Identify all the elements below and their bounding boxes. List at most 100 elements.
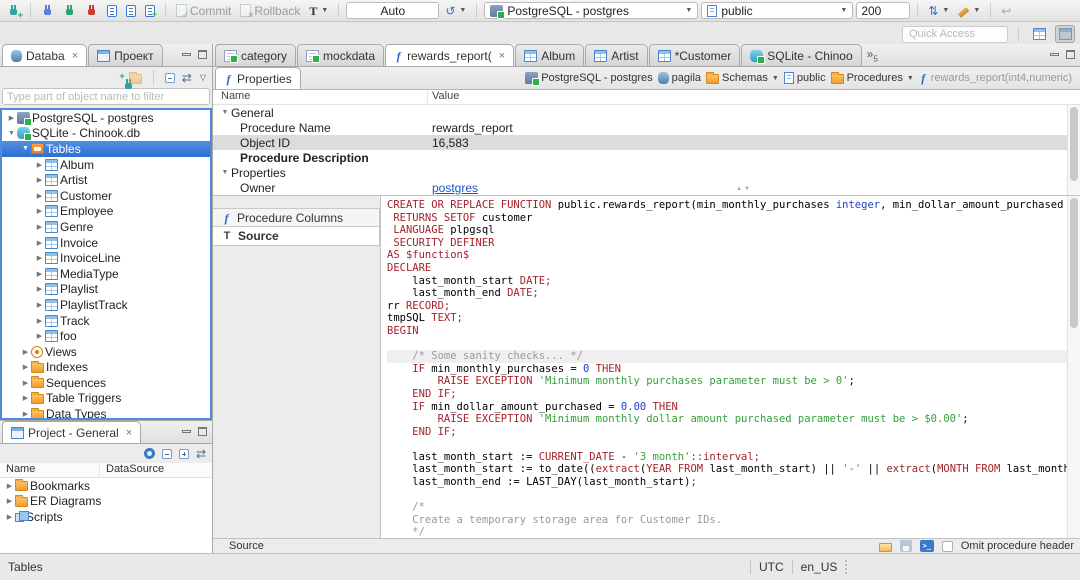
tree-item-track[interactable]: ▶ Track (2, 313, 210, 329)
link-editor-icon[interactable]: ⇄ (196, 448, 206, 460)
editor-tab-sqlite-chinoo[interactable]: SQLite - Chinoo (741, 44, 862, 66)
tree-item-employee[interactable]: ▶ Employee (2, 204, 210, 220)
close-icon[interactable]: × (126, 427, 132, 438)
expand-arrow-icon[interactable]: ▶ (20, 394, 31, 402)
subtab-source[interactable]: T Source (213, 227, 380, 246)
locale-indicator[interactable]: en_US (801, 560, 838, 574)
view-menu-icon[interactable]: ▽ (200, 73, 206, 82)
project-tree[interactable]: ▶ Bookmarks ▶ ER Diagrams ▶ Scripts (0, 478, 212, 525)
chevron-down-icon[interactable]: ▼ (772, 75, 779, 82)
editor-tab-customer[interactable]: *Customer (648, 44, 741, 66)
property-row-procedure-name[interactable]: Procedure Name rewards_report (213, 120, 1080, 135)
source-code-editor[interactable]: CREATE OR REPLACE FUNCTION public.reward… (381, 196, 1067, 538)
active-schema-select[interactable]: public ▼ (701, 2, 854, 19)
owner-link[interactable]: postgres (432, 181, 478, 195)
new-sql-editor-button[interactable]: + (142, 1, 158, 21)
connect-button[interactable] (38, 1, 57, 21)
tab-properties[interactable]: f Properties (215, 67, 301, 89)
tree-item-indexes[interactable]: ▶ Indexes (2, 360, 210, 376)
tree-item-genre[interactable]: ▶ Genre (2, 219, 210, 235)
transaction-mode-select[interactable]: Auto (346, 2, 440, 19)
properties-scrollbar[interactable] (1067, 105, 1080, 195)
new-connection-button[interactable]: + (4, 1, 23, 21)
sql-editor-button[interactable] (104, 1, 120, 21)
transaction-history-button[interactable]: ↺ ▼ (442, 1, 469, 21)
minimize-icon[interactable] (182, 429, 191, 433)
expand-arrow-icon[interactable]: ▶ (34, 301, 45, 309)
tree-item-sequences[interactable]: ▶ Sequences (2, 375, 210, 391)
expand-arrow-icon[interactable]: ▶ (34, 270, 45, 278)
column-header-datasource[interactable]: DataSource (100, 463, 212, 477)
project-item-bookmarks[interactable]: ▶ Bookmarks (0, 478, 212, 494)
collapse-all-icon[interactable] (161, 448, 172, 459)
console-icon[interactable]: >_ (919, 540, 934, 552)
reconnect-button[interactable] (60, 1, 79, 21)
timezone-indicator[interactable]: UTC (759, 560, 784, 574)
minimize-icon[interactable] (182, 52, 191, 56)
tree-item-playlist[interactable]: ▶ Playlist (2, 282, 210, 298)
collapse-arrow-icon[interactable]: ▼ (6, 130, 17, 137)
column-header-name[interactable]: Name (213, 90, 428, 104)
collapse-arrow-icon[interactable]: ▼ (20, 145, 31, 152)
open-file-icon[interactable] (878, 542, 892, 552)
link-editor-icon[interactable]: ⇄ (182, 72, 192, 84)
project-item-scripts[interactable]: ▶ Scripts (0, 509, 212, 525)
breadcrumb-public[interactable]: public (783, 72, 826, 84)
tree-item-customer[interactable]: ▶ Customer (2, 188, 210, 204)
tab-projects[interactable]: Проект (88, 44, 163, 66)
chevron-down-icon[interactable]: ▼ (907, 75, 914, 82)
property-row-procedure-description[interactable]: Procedure Description (213, 150, 1080, 165)
expand-arrow-icon[interactable]: ▶ (34, 285, 45, 293)
breadcrumb-schemas[interactable]: Schemas ▼ (706, 71, 779, 84)
tree-item-foo[interactable]: ▶ foo (2, 328, 210, 344)
breadcrumb-rewards-report-int4-numeric[interactable]: f rewards_report(int4,numeric) (919, 72, 1072, 84)
maximize-icon[interactable] (198, 50, 207, 59)
expand-arrow-icon[interactable]: ▶ (34, 207, 45, 215)
expand-arrow-icon[interactable]: ▶ (20, 379, 31, 387)
expand-arrow-icon[interactable]: ▶ (34, 161, 45, 169)
collapse-all-icon[interactable] (164, 72, 175, 83)
rollback-button[interactable]: Rollback (237, 1, 303, 21)
save-icon[interactable] (899, 540, 912, 552)
editor-tab-album[interactable]: Album (515, 44, 585, 66)
tree-item-playlisttrack[interactable]: ▶ PlaylistTrack (2, 297, 210, 313)
disconnect-button[interactable] (82, 1, 101, 21)
expand-arrow-icon[interactable]: ▶ (34, 192, 45, 200)
expand-arrow-icon[interactable]: ▶ (20, 363, 31, 371)
close-icon[interactable]: × (72, 50, 78, 61)
editor-tab-category[interactable]: category (215, 44, 297, 66)
nav-new-folder-button[interactable] (128, 71, 142, 85)
active-connection-select[interactable]: PostgreSQL - postgres ▼ (484, 2, 699, 19)
undo-button[interactable]: ↩ (998, 1, 1014, 21)
property-row-general[interactable]: ▼ General (213, 105, 1080, 120)
collapse-arrow-icon[interactable]: ▼ (219, 169, 231, 176)
breadcrumb-postgresql-postgres[interactable]: PostgreSQL - postgres (525, 72, 653, 86)
open-perspective-button[interactable] (1029, 25, 1049, 43)
property-row-object-id[interactable]: Object ID 16,583 (213, 135, 1080, 151)
expand-arrow-icon[interactable]: ▶ (20, 410, 31, 418)
property-row-owner[interactable]: Owner postgres (213, 180, 1080, 195)
scrollbar-thumb[interactable] (1070, 107, 1078, 181)
breadcrumb-procedures[interactable]: Procedures ▼ (830, 71, 914, 84)
tree-item-tables[interactable]: ▼ Tables (2, 141, 210, 157)
expand-arrow-icon[interactable]: ▶ (6, 114, 17, 122)
tree-item-sqlite-chinook-db[interactable]: ▼ SQLite - Chinook.db (2, 126, 210, 142)
tree-item-mediatype[interactable]: ▶ MediaType (2, 266, 210, 282)
tree-item-table-triggers[interactable]: ▶ Table Triggers (2, 391, 210, 407)
expand-arrow-icon[interactable]: ▶ (4, 497, 15, 505)
dbeaver-perspective-button[interactable] (1055, 25, 1075, 43)
tree-item-invoice[interactable]: ▶ Invoice (2, 235, 210, 251)
tree-item-postgresql-postgres[interactable]: ▶ PostgreSQL - postgres (2, 110, 210, 126)
minimize-icon[interactable] (1050, 52, 1059, 56)
commit-button[interactable]: Commit (173, 1, 234, 21)
tree-item-artist[interactable]: ▶ Artist (2, 172, 210, 188)
maximize-icon[interactable] (1066, 50, 1075, 59)
scrollbar-thumb[interactable] (1070, 198, 1078, 328)
fetch-size-input[interactable] (856, 2, 911, 19)
editor-tab-artist[interactable]: Artist (585, 44, 648, 66)
close-icon[interactable]: × (499, 50, 505, 61)
splitter-handle[interactable]: ▲▼ (736, 186, 752, 192)
project-item-er-diagrams[interactable]: ▶ ER Diagrams (0, 494, 212, 510)
editor-tab-mockdata[interactable]: mockdata (297, 44, 385, 66)
expand-arrow-icon[interactable]: ▶ (34, 176, 45, 184)
